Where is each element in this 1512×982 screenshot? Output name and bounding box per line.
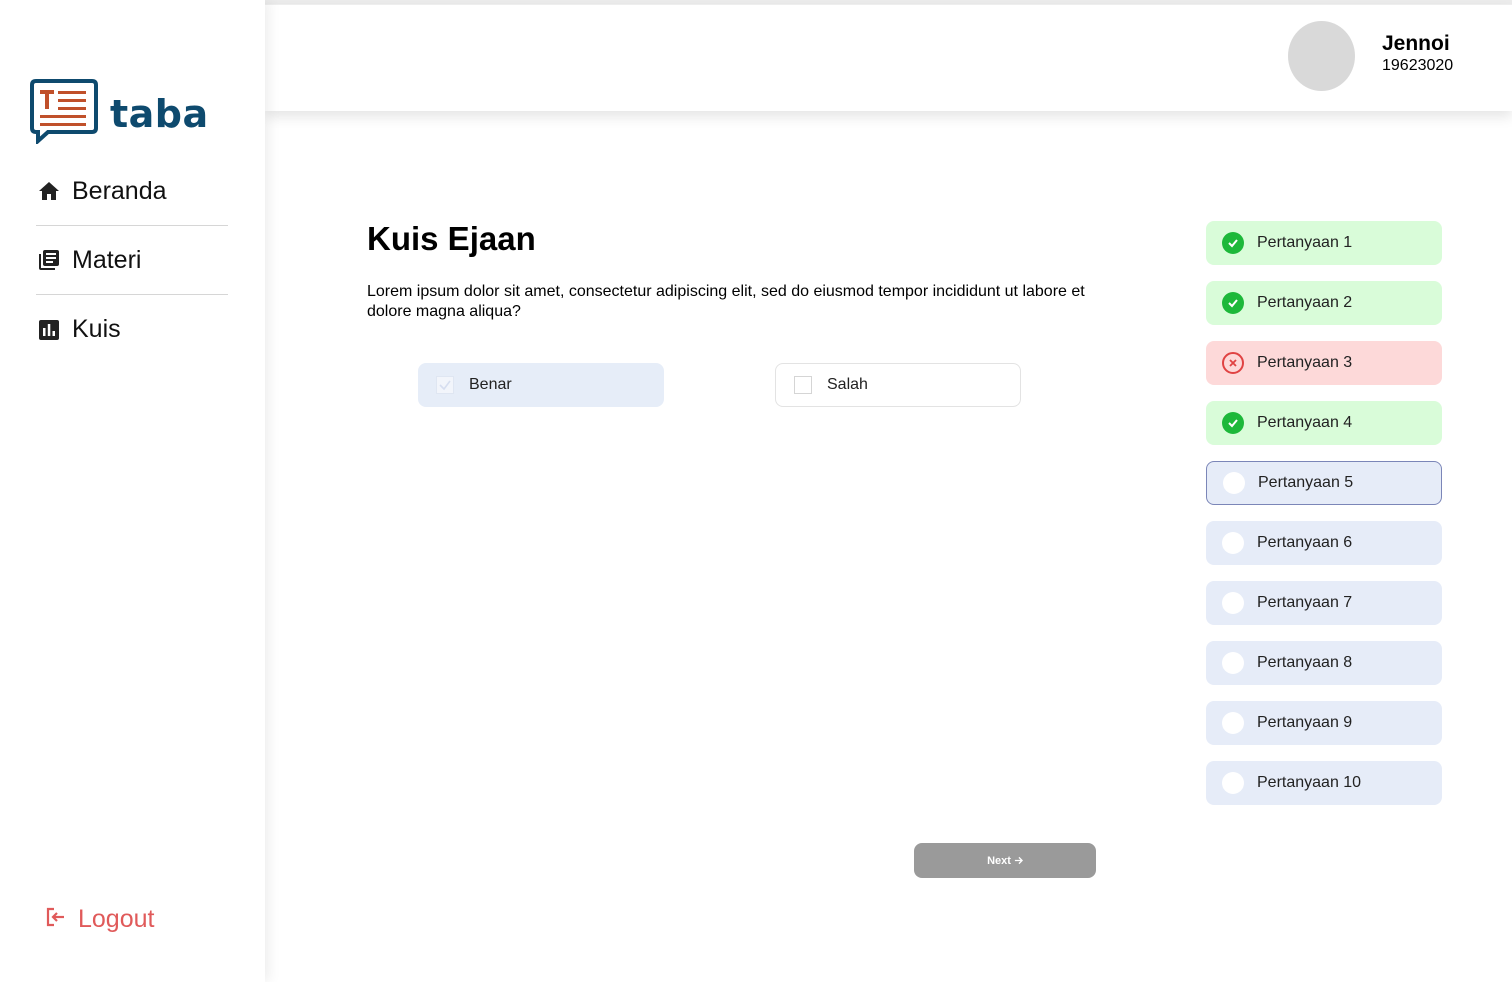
- option-label: Benar: [469, 376, 512, 393]
- checkbox-checked-icon[interactable]: [436, 376, 454, 394]
- question-item-1[interactable]: Pertanyaan 1: [1206, 221, 1442, 265]
- check-circle-icon: [1222, 232, 1244, 254]
- logout-label: Logout: [78, 905, 155, 933]
- header: Jennoi 19623020: [265, 4, 1512, 111]
- library-books-icon: [36, 247, 62, 273]
- arrow-right-icon: [1014, 856, 1023, 865]
- sidebar-item-label: Beranda: [72, 176, 167, 205]
- question-item-3[interactable]: Pertanyaan 3: [1206, 341, 1442, 385]
- brand-name: taba: [110, 91, 209, 136]
- check-circle-icon: [1222, 292, 1244, 314]
- question-label: Pertanyaan 5: [1258, 474, 1354, 491]
- question-label: Pertanyaan 4: [1257, 414, 1353, 431]
- question-label: Pertanyaan 10: [1257, 774, 1362, 791]
- question-item-4[interactable]: Pertanyaan 4: [1206, 401, 1442, 445]
- question-item-6[interactable]: Pertanyaan 6: [1206, 521, 1442, 565]
- logo-icon: [30, 78, 98, 149]
- empty-circle-icon: [1222, 712, 1244, 734]
- logout-icon: [44, 905, 68, 934]
- question-label: Pertanyaan 9: [1257, 714, 1353, 731]
- bar-chart-icon: [36, 317, 62, 343]
- question-item-8[interactable]: Pertanyaan 8: [1206, 641, 1442, 685]
- user-id: 19623020: [1382, 57, 1454, 74]
- question-item-2[interactable]: Pertanyaan 2: [1206, 281, 1442, 325]
- question-label: Pertanyaan 3: [1257, 354, 1353, 371]
- sidebar-item-label: Kuis: [72, 315, 121, 343]
- next-button[interactable]: Next: [914, 843, 1096, 878]
- question-list: Pertanyaan 1 Pertanyaan 2 Pertanyaan 3 P…: [1206, 221, 1442, 821]
- option-benar[interactable]: Benar: [418, 363, 664, 407]
- question-item-9[interactable]: Pertanyaan 9: [1206, 701, 1442, 745]
- check-circle-icon: [1222, 412, 1244, 434]
- question-text: Lorem ipsum dolor sit amet, consectetur …: [367, 283, 1085, 320]
- sidebar-item-beranda[interactable]: Beranda: [36, 157, 228, 226]
- question-item-5[interactable]: Pertanyaan 5: [1206, 461, 1442, 505]
- logout-button[interactable]: Logout: [44, 905, 154, 934]
- option-label: Salah: [827, 376, 868, 393]
- empty-circle-icon: [1222, 652, 1244, 674]
- page-title: Kuis Ejaan: [367, 220, 536, 257]
- question-item-7[interactable]: Pertanyaan 7: [1206, 581, 1442, 625]
- x-circle-icon: [1222, 352, 1244, 374]
- option-salah[interactable]: Salah: [775, 363, 1021, 407]
- question-label: Pertanyaan 6: [1257, 534, 1353, 551]
- home-icon: [36, 178, 62, 204]
- sidebar-item-label: Materi: [72, 245, 142, 274]
- empty-circle-icon: [1222, 772, 1244, 794]
- question-item-10[interactable]: Pertanyaan 10: [1206, 761, 1442, 805]
- sidebar: taba Beranda Materi Kuis Logout: [0, 0, 265, 982]
- avatar[interactable]: [1288, 21, 1355, 91]
- next-label: Next: [987, 854, 1011, 867]
- empty-circle-icon: [1222, 592, 1244, 614]
- question-label: Pertanyaan 2: [1257, 294, 1353, 311]
- user-name: Jennoi: [1382, 32, 1450, 55]
- question-label: Pertanyaan 8: [1257, 654, 1353, 671]
- checkbox-icon[interactable]: [794, 376, 812, 394]
- sidebar-item-materi[interactable]: Materi: [36, 226, 228, 295]
- question-label: Pertanyaan 1: [1257, 234, 1353, 251]
- sidebar-item-kuis[interactable]: Kuis: [36, 295, 228, 364]
- logo[interactable]: taba: [30, 78, 209, 149]
- empty-circle-icon: [1222, 532, 1244, 554]
- question-label: Pertanyaan 7: [1257, 594, 1353, 611]
- empty-circle-icon: [1223, 472, 1245, 494]
- sidebar-nav: Beranda Materi Kuis: [36, 157, 228, 364]
